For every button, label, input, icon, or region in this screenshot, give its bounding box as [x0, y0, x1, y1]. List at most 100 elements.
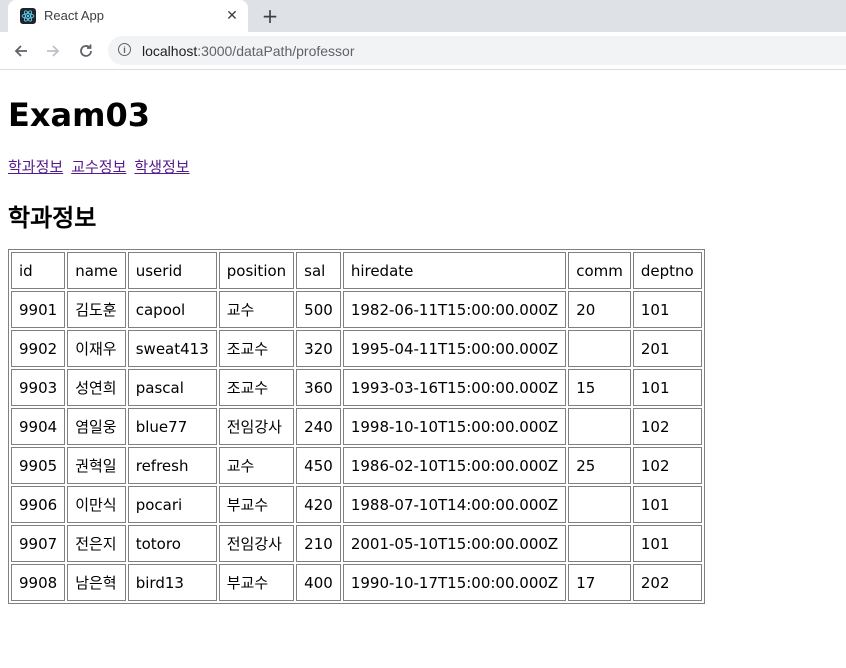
cell-deptno: 101: [632, 369, 702, 406]
cell-deptno: 101: [632, 291, 702, 328]
cell-position: 부교수: [218, 564, 295, 601]
cell-id: 9906: [11, 486, 66, 523]
cell-name: 이만식: [67, 486, 126, 523]
cell-hiredate: 1995-04-11T15:00:00.000Z: [342, 330, 567, 367]
cell-name: 김도훈: [67, 291, 126, 328]
header-comm: comm: [568, 252, 631, 289]
table-row: 9901 김도훈 capool 교수 500 1982-06-11T15:00:00.00…: [11, 291, 702, 328]
cell-id: 9908: [11, 564, 66, 601]
cell-position: 전임강사: [218, 408, 295, 445]
react-logo-icon: [20, 8, 36, 24]
cell-hiredate: 1988-07-10T14:00:00.000Z: [342, 486, 567, 523]
address-bar[interactable]: i localhost:3000/dataPath/professor: [108, 36, 846, 65]
header-position: position: [218, 252, 295, 289]
cell-deptno: 202: [632, 564, 702, 601]
cell-position: 교수: [218, 291, 295, 328]
cell-id: 9902: [11, 330, 66, 367]
tab-title: React App: [44, 8, 104, 23]
close-icon[interactable]: ✕: [222, 6, 242, 26]
cell-userid: pocari: [127, 486, 217, 523]
cell-name: 전은지: [67, 525, 126, 562]
cell-comm: [568, 408, 631, 445]
cell-id: 9903: [11, 369, 66, 406]
table-row: 9905 권혁일 refresh 교수 450 1986-02-10T15:00:00.0…: [11, 447, 702, 484]
header-userid: userid: [127, 252, 217, 289]
table-row: 9904 염일웅 blue77 전임강사 240 1998-10-10T15:00:00.…: [11, 408, 702, 445]
cell-name: 이재우: [67, 330, 126, 367]
cell-name: 권혁일: [67, 447, 126, 484]
link-student-info[interactable]: 학생정보: [134, 158, 189, 176]
cell-comm: [568, 330, 631, 367]
cell-position: 조교수: [218, 369, 295, 406]
cell-id: 9905: [11, 447, 66, 484]
header-deptno: deptno: [632, 252, 702, 289]
cell-sal: 240: [296, 408, 341, 445]
cell-position: 조교수: [218, 330, 295, 367]
cell-id: 9904: [11, 408, 66, 445]
cell-hiredate: 1998-10-10T15:00:00.000Z: [342, 408, 567, 445]
cell-deptno: 101: [632, 486, 702, 523]
cell-sal: 320: [296, 330, 341, 367]
table-row: 9902 이재우 sweat413 조교수 320 1995-04-11T15:00:00…: [11, 330, 702, 367]
cell-comm: 15: [568, 369, 631, 406]
cell-hiredate: 1986-02-10T15:00:00.000Z: [342, 447, 567, 484]
cell-name: 염일웅: [67, 408, 126, 445]
cell-name: 남은혁: [67, 564, 126, 601]
cell-deptno: 101: [632, 525, 702, 562]
cell-position: 부교수: [218, 486, 295, 523]
cell-comm: [568, 525, 631, 562]
cell-sal: 210: [296, 525, 341, 562]
info-icon[interactable]: i: [118, 43, 131, 56]
cell-userid: refresh: [127, 447, 217, 484]
cell-hiredate: 1993-03-16T15:00:00.000Z: [342, 369, 567, 406]
cell-id: 9907: [11, 525, 66, 562]
cell-hiredate: 1982-06-11T15:00:00.000Z: [342, 291, 567, 328]
cell-comm: [568, 486, 631, 523]
cell-sal: 450: [296, 447, 341, 484]
cell-sal: 420: [296, 486, 341, 523]
cell-sal: 400: [296, 564, 341, 601]
cell-sal: 500: [296, 291, 341, 328]
header-name: name: [67, 252, 126, 289]
cell-userid: totoro: [127, 525, 217, 562]
page-title: Exam03: [8, 96, 150, 134]
cell-sal: 360: [296, 369, 341, 406]
cell-deptno: 201: [632, 330, 702, 367]
new-tab-plus-icon[interactable]: +: [258, 4, 282, 28]
browser-toolbar: i localhost:3000/dataPath/professor: [0, 32, 846, 70]
header-hiredate: hiredate: [342, 252, 567, 289]
cell-userid: capool: [127, 291, 217, 328]
browser-tab-bar: React App ✕ +: [0, 0, 846, 32]
browser-tab[interactable]: React App ✕: [8, 0, 248, 32]
cell-id: 9901: [11, 291, 66, 328]
table-row: 9907 전은지 totoro 전임강사 210 2001-05-10T15:00:00.…: [11, 525, 702, 562]
table-row: 9906 이만식 pocari 부교수 420 1988-07-10T14:00:00.0…: [11, 486, 702, 523]
forward-arrow-icon[interactable]: [40, 38, 66, 64]
table-row: 9908 남은혁 bird13 부교수 400 1990-10-17T15:00:00.0…: [11, 564, 702, 601]
table-header-row: id name userid position sal hiredate com…: [11, 252, 702, 289]
link-professor-info[interactable]: 교수정보: [71, 158, 126, 176]
header-sal: sal: [296, 252, 341, 289]
professor-table: id name userid position sal hiredate com…: [8, 249, 705, 604]
cell-comm: 20: [568, 291, 631, 328]
cell-userid: pascal: [127, 369, 217, 406]
section-title: 학과정보: [8, 204, 97, 232]
cell-comm: 17: [568, 564, 631, 601]
cell-deptno: 102: [632, 447, 702, 484]
cell-position: 전임강사: [218, 525, 295, 562]
reload-icon[interactable]: [73, 38, 99, 64]
cell-userid: sweat413: [127, 330, 217, 367]
link-department-info[interactable]: 학과정보: [8, 158, 63, 176]
back-arrow-icon[interactable]: [8, 38, 34, 64]
table-row: 9903 성연희 pascal 조교수 360 1993-03-16T15:00:00.0…: [11, 369, 702, 406]
url-text: localhost:3000/dataPath/professor: [142, 43, 355, 59]
nav-links: 학과정보 교수정보 학생정보: [8, 156, 198, 177]
cell-name: 성연희: [67, 369, 126, 406]
header-id: id: [11, 252, 66, 289]
cell-hiredate: 1990-10-17T15:00:00.000Z: [342, 564, 567, 601]
cell-userid: blue77: [127, 408, 217, 445]
cell-hiredate: 2001-05-10T15:00:00.000Z: [342, 525, 567, 562]
cell-position: 교수: [218, 447, 295, 484]
cell-deptno: 102: [632, 408, 702, 445]
cell-userid: bird13: [127, 564, 217, 601]
